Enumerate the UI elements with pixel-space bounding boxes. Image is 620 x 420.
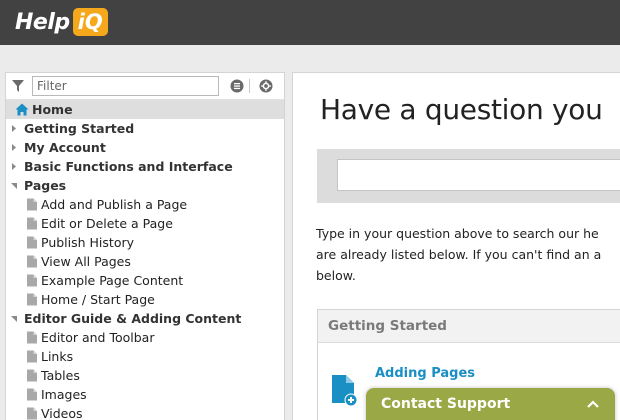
tree-item-videos[interactable]: Videos <box>6 404 284 420</box>
tree-item-label: Edit or Delete a Page <box>41 216 173 231</box>
document-icon <box>27 274 37 287</box>
house-icon <box>15 103 29 116</box>
caret-down-icon[interactable] <box>10 176 20 195</box>
logo-text-iq: iQ <box>72 8 108 36</box>
adding-pages-link[interactable]: Adding Pages <box>375 366 475 381</box>
helpiq-logo[interactable]: Help iQ <box>15 7 108 37</box>
tree-item-home[interactable]: Home <box>6 100 284 119</box>
chevron-up-icon[interactable] <box>587 400 599 408</box>
settings-icon[interactable] <box>259 79 273 93</box>
intro-text: Type in your question above to search ou… <box>316 223 620 286</box>
tree-item-pages[interactable]: Pages <box>6 176 284 195</box>
tree-item-home-start-page[interactable]: Home / Start Page <box>6 290 284 309</box>
tree-item-basic-functions-and-interface[interactable]: Basic Functions and Interface <box>6 157 284 176</box>
add-document-icon[interactable] <box>330 373 358 407</box>
document-icon <box>27 388 37 401</box>
tree-item-label: Home <box>32 102 73 117</box>
tree-item-label: My Account <box>24 140 106 155</box>
tree-item-links[interactable]: Links <box>6 347 284 366</box>
tree-item-label: Basic Functions and Interface <box>24 159 233 174</box>
tree-item-editor-guide-adding-content[interactable]: Editor Guide & Adding Content <box>6 309 284 328</box>
search-area <box>317 149 620 203</box>
tree-item-publish-history[interactable]: Publish History <box>6 233 284 252</box>
intro-line: Type in your question above to search ou… <box>316 226 599 241</box>
question-search-input[interactable] <box>337 159 620 191</box>
navigation-tree: Home Getting Started My Account Basic Funct… <box>6 100 284 420</box>
tree-item-add-and-publish-a-page[interactable]: Add and Publish a Page <box>6 195 284 214</box>
list-icon[interactable] <box>230 79 244 93</box>
filter-input[interactable] <box>32 76 219 96</box>
document-icon <box>27 369 37 382</box>
document-icon <box>27 198 37 211</box>
tree-item-edit-or-delete-a-page[interactable]: Edit or Delete a Page <box>6 214 284 233</box>
funnel-icon <box>12 80 24 92</box>
intro-line: below. <box>316 268 356 283</box>
document-icon <box>27 350 37 363</box>
document-icon <box>27 217 37 230</box>
page-title: Have a question you <box>320 93 603 126</box>
main-content: Have a question you Type in your questio… <box>292 72 620 420</box>
tree-item-label: Videos <box>41 406 83 420</box>
tree-item-label: Home / Start Page <box>41 292 155 307</box>
sidebar: Home Getting Started My Account Basic Funct… <box>5 72 285 420</box>
logo-text-help: Help <box>15 9 70 35</box>
filter-toolbar <box>6 73 284 100</box>
document-icon <box>27 293 37 306</box>
tree-item-example-page-content[interactable]: Example Page Content <box>6 271 284 290</box>
tree-item-label: Links <box>41 349 74 364</box>
contact-support-label: Contact Support <box>381 396 511 412</box>
caret-right-icon[interactable] <box>10 119 20 138</box>
tree-item-label: Images <box>41 387 87 402</box>
caret-right-icon[interactable] <box>10 138 20 157</box>
document-icon <box>27 331 37 344</box>
tree-item-label: Add and Publish a Page <box>41 197 188 212</box>
tree-item-label: Editor Guide & Adding Content <box>24 311 242 326</box>
tree-item-tables[interactable]: Tables <box>6 366 284 385</box>
caret-down-icon[interactable] <box>10 309 20 328</box>
tree-item-my-account[interactable]: My Account <box>6 138 284 157</box>
tree-item-getting-started[interactable]: Getting Started <box>6 119 284 138</box>
tree-item-view-all-pages[interactable]: View All Pages <box>6 252 284 271</box>
toolbar-divider <box>249 79 250 93</box>
document-icon <box>27 407 37 420</box>
tree-item-label: Editor and Toolbar <box>41 330 155 345</box>
tree-item-label: Example Page Content <box>41 273 184 288</box>
tree-item-label: Pages <box>24 178 67 193</box>
tree-item-label: Tables <box>41 368 80 383</box>
intro-line: are already listed below. If you can't f… <box>316 247 602 262</box>
contact-support-tab[interactable]: Contact Support <box>366 388 615 420</box>
tree-item-label: View All Pages <box>41 254 131 269</box>
top-bar: Help iQ <box>0 0 620 45</box>
tree-item-label: Publish History <box>41 235 134 250</box>
tree-item-images[interactable]: Images <box>6 385 284 404</box>
caret-right-icon[interactable] <box>10 157 20 176</box>
card-title[interactable]: Getting Started <box>318 310 620 343</box>
document-icon <box>27 255 37 268</box>
tree-item-editor-and-toolbar[interactable]: Editor and Toolbar <box>6 328 284 347</box>
document-icon <box>27 236 37 249</box>
tree-item-label: Getting Started <box>24 121 135 136</box>
